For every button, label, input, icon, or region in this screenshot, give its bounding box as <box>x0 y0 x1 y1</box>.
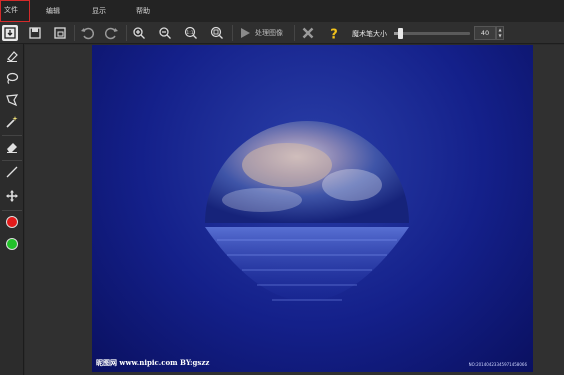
svg-text:?: ? <box>330 28 338 41</box>
brush-size-label: 魔术笔大小 <box>352 30 387 38</box>
menu-file[interactable]: 文件 <box>0 0 30 22</box>
tool-sidebar <box>0 44 24 375</box>
sidebar-divider <box>2 160 22 161</box>
menu-help[interactable]: 帮助 <box>136 0 150 22</box>
save-as-icon <box>54 27 66 39</box>
actual-size-icon: 1:1 <box>184 26 197 39</box>
tool-lasso[interactable] <box>2 68 22 88</box>
eraser-icon <box>7 143 17 153</box>
toolbar-divider <box>74 25 75 41</box>
move-icon <box>6 190 18 202</box>
earth-reflection-image <box>205 121 409 301</box>
redo-button[interactable] <box>104 25 120 41</box>
magic-wand-icon <box>6 116 18 128</box>
foreground-color-swatch[interactable] <box>2 212 22 232</box>
eraser-brush-icon <box>7 51 18 62</box>
toolbar-divider <box>232 25 233 41</box>
line-icon <box>6 166 18 178</box>
zoom-in-button[interactable] <box>131 25 147 41</box>
menu-view[interactable]: 显示 <box>92 0 106 22</box>
tool-brush-erase[interactable] <box>2 46 22 66</box>
tool-line[interactable] <box>2 162 22 182</box>
fit-window-button[interactable] <box>209 25 225 41</box>
zoom-out-button[interactable] <box>157 25 173 41</box>
menu-edit[interactable]: 编辑 <box>46 0 60 22</box>
watermark-right: NO:20140423345971458066 <box>468 362 527 367</box>
fit-icon <box>210 26 223 39</box>
clear-button[interactable] <box>300 25 316 41</box>
save-icon <box>29 27 41 39</box>
brush-size-slider[interactable] <box>394 28 470 39</box>
lasso-icon <box>6 72 19 84</box>
green-color-icon <box>6 238 18 250</box>
brush-size-slider-thumb[interactable] <box>398 28 404 39</box>
save-as-button[interactable] <box>52 25 68 41</box>
zoom-in-icon <box>133 27 145 39</box>
undo-button[interactable] <box>79 25 95 41</box>
toolbar-divider <box>294 25 295 41</box>
undo-icon <box>81 27 94 40</box>
app-window: 文件 编辑 显示 帮助 1:1 处理图像 ? 魔术笔大小 40 ▲ ▼ 昵图网 … <box>0 0 564 375</box>
svg-text:1:1: 1:1 <box>186 30 193 36</box>
close-icon <box>302 27 314 39</box>
tool-move[interactable] <box>2 186 22 206</box>
tool-magic-wand[interactable] <box>2 112 22 132</box>
brush-size-input[interactable]: 40 <box>474 26 496 40</box>
sidebar-divider <box>2 135 22 136</box>
tool-polygon-lasso[interactable] <box>2 90 22 110</box>
tool-eraser[interactable] <box>2 137 22 157</box>
actual-size-button[interactable]: 1:1 <box>183 25 199 41</box>
question-mark-icon: ? <box>330 28 338 41</box>
watermark-left: 昵图网 www.nipic.com BY:gszz <box>96 358 210 367</box>
polygon-lasso-icon <box>6 94 19 107</box>
background-color-swatch[interactable] <box>2 234 22 254</box>
save-button[interactable] <box>27 25 43 41</box>
import-button[interactable] <box>2 25 18 41</box>
brush-size-stepper[interactable]: ▲ ▼ <box>496 26 504 40</box>
toolbar: 1:1 处理图像 ? 魔术笔大小 40 ▲ ▼ <box>0 22 564 44</box>
image-canvas[interactable]: 昵图网 www.nipic.com BY:gszz NO:20140423345… <box>92 45 533 372</box>
help-button[interactable]: ? <box>326 25 342 41</box>
play-icon <box>241 28 250 38</box>
red-color-icon <box>6 216 18 228</box>
toolbar-divider <box>126 25 127 41</box>
import-icon <box>4 27 16 39</box>
zoom-out-icon <box>159 27 171 39</box>
process-image-button[interactable]: 处理图像 <box>238 25 283 41</box>
redo-icon <box>105 27 118 40</box>
sidebar-divider <box>2 210 22 211</box>
menubar: 文件 编辑 显示 帮助 <box>0 0 564 22</box>
process-image-label: 处理图像 <box>255 29 283 37</box>
